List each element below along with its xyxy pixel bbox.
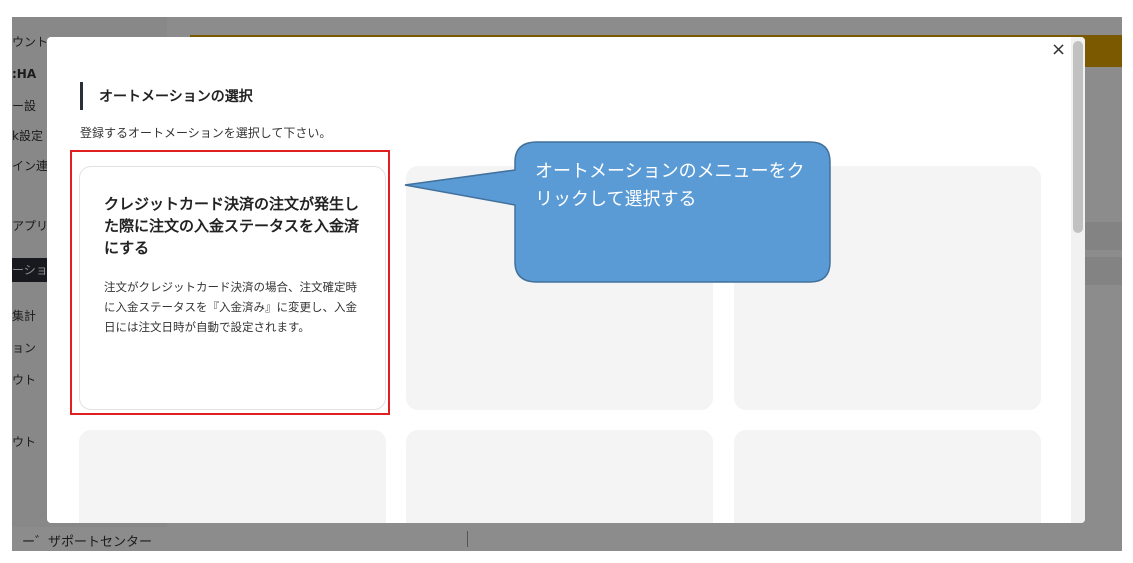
callout-text: オートメーションのメニューをクリックして選択する bbox=[535, 161, 805, 210]
automation-card[interactable] bbox=[406, 430, 713, 523]
scrollbar-thumb[interactable] bbox=[1073, 41, 1083, 233]
automation-card[interactable] bbox=[734, 430, 1041, 523]
close-button[interactable]: × bbox=[1051, 40, 1066, 60]
highlight-box bbox=[70, 150, 390, 415]
automation-card[interactable] bbox=[79, 430, 386, 523]
scrollbar[interactable] bbox=[1071, 37, 1085, 523]
modal-description: 登録するオートメーションを選択して下さい。 bbox=[80, 126, 332, 140]
title-accent-bar bbox=[80, 82, 83, 110]
modal-title: オートメーションの選択 bbox=[99, 89, 253, 105]
